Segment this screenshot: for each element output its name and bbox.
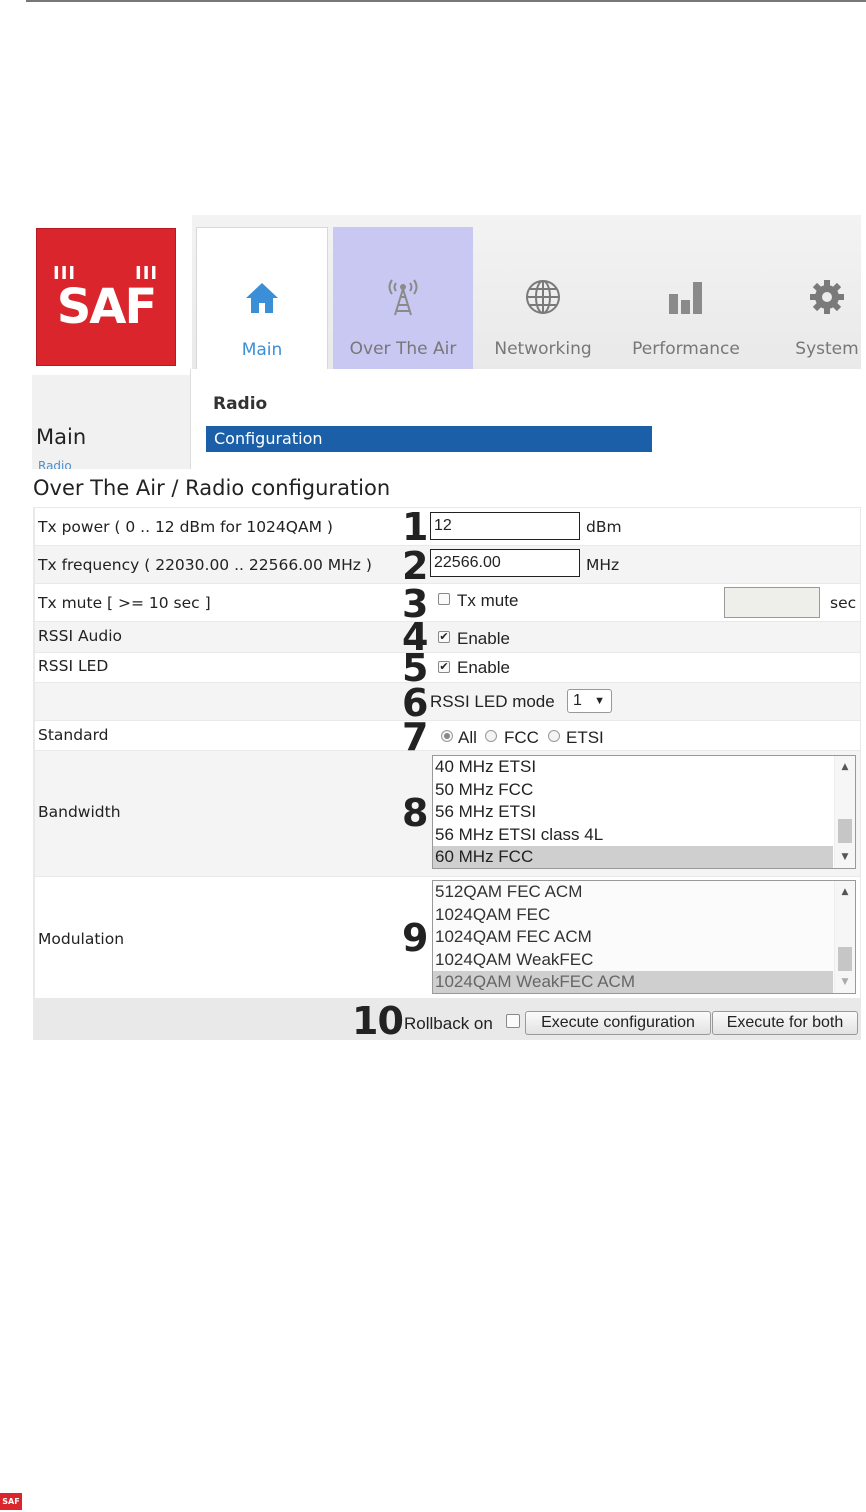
home-icon — [197, 278, 327, 318]
tab-system[interactable]: System — [782, 227, 866, 369]
rssi-audio-label: RSSI Audio — [38, 627, 123, 645]
rssi-led-row: RSSI LED 5 ✔ Enable — [35, 649, 860, 687]
antenna-icon — [333, 277, 473, 317]
rssi-audio-checkbox[interactable]: ✔ — [438, 631, 450, 643]
marker-1: 1 — [402, 505, 428, 549]
tx-frequency-label: Tx frequency ( 22030.00 .. 22566.00 MHz … — [38, 556, 372, 574]
marker-10: 10 — [352, 999, 404, 1043]
rollback-label: Rollback on — [404, 1014, 493, 1033]
sidebar: Main Radio — [32, 375, 190, 469]
rssi-audio-checkbox-label: Enable — [457, 629, 510, 648]
bandwidth-listbox[interactable]: 40 MHz ETSI 50 MHz FCC 56 MHz ETSI 56 MH… — [432, 755, 856, 869]
tx-mute-label: Tx mute [ >= 10 sec ] — [38, 594, 211, 612]
top-rule — [26, 0, 866, 2]
standard-option-etsi: ETSI — [566, 728, 604, 747]
sidebar-item-radio[interactable]: Radio — [38, 459, 72, 469]
rssi-led-label: RSSI LED — [38, 657, 109, 675]
list-item[interactable]: 512QAM FEC ACM — [433, 881, 833, 904]
tab-over-the-air[interactable]: Over The Air — [333, 227, 473, 369]
list-item[interactable]: 40 MHz ETSI — [433, 756, 833, 779]
list-item[interactable]: 1024QAM WeakFEC — [433, 949, 833, 972]
execute-configuration-button[interactable]: Execute configuration — [525, 1011, 711, 1035]
scroll-thumb[interactable] — [838, 947, 852, 971]
sidebar-title: Main — [36, 425, 87, 449]
tx-power-unit: dBm — [586, 518, 622, 536]
bandwidth-label: Bandwidth — [38, 803, 121, 821]
modulation-row: Modulation 9 512QAM FEC ACM 1024QAM FEC … — [35, 877, 860, 998]
standard-option-all: All — [458, 728, 477, 747]
standard-radio-all[interactable] — [441, 730, 453, 742]
marker-8: 8 — [402, 791, 428, 835]
marker-9: 9 — [402, 916, 428, 960]
rssi-audio-row: RSSI Audio 4 ✔ Enable — [35, 618, 860, 656]
tx-power-label: Tx power ( 0 .. 12 dBm for 1024QAM ) — [38, 518, 333, 536]
tx-frequency-row: Tx frequency ( 22030.00 .. 22566.00 MHz … — [35, 544, 860, 588]
scroll-down-icon[interactable]: ▼ — [835, 977, 855, 987]
chevron-down-icon: ▼ — [594, 695, 605, 707]
scroll-thumb[interactable] — [838, 819, 852, 843]
tx-frequency-unit: MHz — [586, 556, 620, 574]
rssi-led-mode-label: RSSI LED mode — [430, 692, 555, 711]
saf-logo: III III SAF — [36, 228, 176, 366]
execute-for-both-button[interactable]: Execute for both — [712, 1011, 858, 1035]
list-item-selected[interactable]: 60 MHz FCC — [433, 846, 833, 868]
submenu-item-configuration[interactable]: Configuration — [206, 426, 652, 452]
tab-performance[interactable]: Performance — [616, 227, 756, 369]
rssi-led-mode-row: 6 RSSI LED mode 1 ▼ — [35, 683, 860, 722]
list-item[interactable]: 50 MHz FCC — [433, 779, 833, 802]
tx-mute-checkbox-label: Tx mute — [457, 591, 519, 610]
list-item-selected[interactable]: 1024QAM WeakFEC ACM — [433, 971, 833, 993]
rssi-led-checkbox-label: Enable — [457, 658, 510, 677]
submenu-heading: Radio — [213, 394, 268, 414]
standard-label: Standard — [38, 726, 109, 744]
tx-mute-seconds-input[interactable] — [724, 587, 820, 618]
footer-logo: SAF — [0, 1493, 22, 1510]
page-title: Over The Air / Radio configuration — [33, 476, 391, 500]
list-item[interactable]: 56 MHz ETSI — [433, 801, 833, 824]
bandwidth-row: Bandwidth 8 40 MHz ETSI 50 MHz FCC 56 MH… — [35, 751, 860, 876]
modulation-scrollbar[interactable]: ▲ ▼ — [834, 881, 855, 993]
tx-power-input[interactable]: 12 — [430, 512, 580, 540]
list-item[interactable]: 56 MHz ETSI class 4L — [433, 824, 833, 847]
scroll-down-icon[interactable]: ▼ — [835, 852, 855, 862]
tx-mute-seconds-unit: sec — [830, 594, 857, 612]
globe-icon — [482, 277, 604, 317]
list-item[interactable]: 1024QAM FEC ACM — [433, 926, 833, 949]
bandwidth-scrollbar[interactable]: ▲ ▼ — [834, 756, 855, 868]
scroll-up-icon[interactable]: ▲ — [835, 762, 855, 772]
list-item[interactable]: 1024QAM FEC — [433, 904, 833, 927]
standard-option-fcc: FCC — [504, 728, 539, 747]
tx-mute-checkbox[interactable] — [438, 593, 450, 605]
marker-2: 2 — [402, 544, 428, 588]
bar-chart-icon — [616, 277, 756, 317]
modulation-label: Modulation — [38, 930, 125, 948]
rssi-led-checkbox[interactable]: ✔ — [438, 661, 450, 673]
standard-radio-etsi[interactable] — [548, 730, 560, 742]
rssi-led-mode-select[interactable]: 1 ▼ — [567, 689, 612, 713]
tab-main[interactable]: Main — [196, 227, 328, 370]
standard-row: Standard 7 All FCC ETSI — [35, 718, 860, 756]
gear-icon — [782, 277, 866, 317]
submenu: Radio Configuration — [190, 369, 862, 469]
main-tab-bar: Main Over The Air Networking Performance… — [192, 215, 861, 370]
tx-frequency-input[interactable]: 22566.00 — [430, 549, 580, 577]
modulation-listbox[interactable]: 512QAM FEC ACM 1024QAM FEC 1024QAM FEC A… — [432, 880, 856, 994]
standard-radio-fcc[interactable] — [485, 730, 497, 742]
rollback-checkbox[interactable] — [506, 1014, 520, 1028]
scroll-up-icon[interactable]: ▲ — [835, 887, 855, 897]
tx-mute-row: Tx mute [ >= 10 sec ] 3 Tx mute sec — [35, 584, 860, 623]
tx-power-row: Tx power ( 0 .. 12 dBm for 1024QAM ) 1 1… — [35, 505, 860, 549]
tab-networking[interactable]: Networking — [482, 227, 604, 369]
